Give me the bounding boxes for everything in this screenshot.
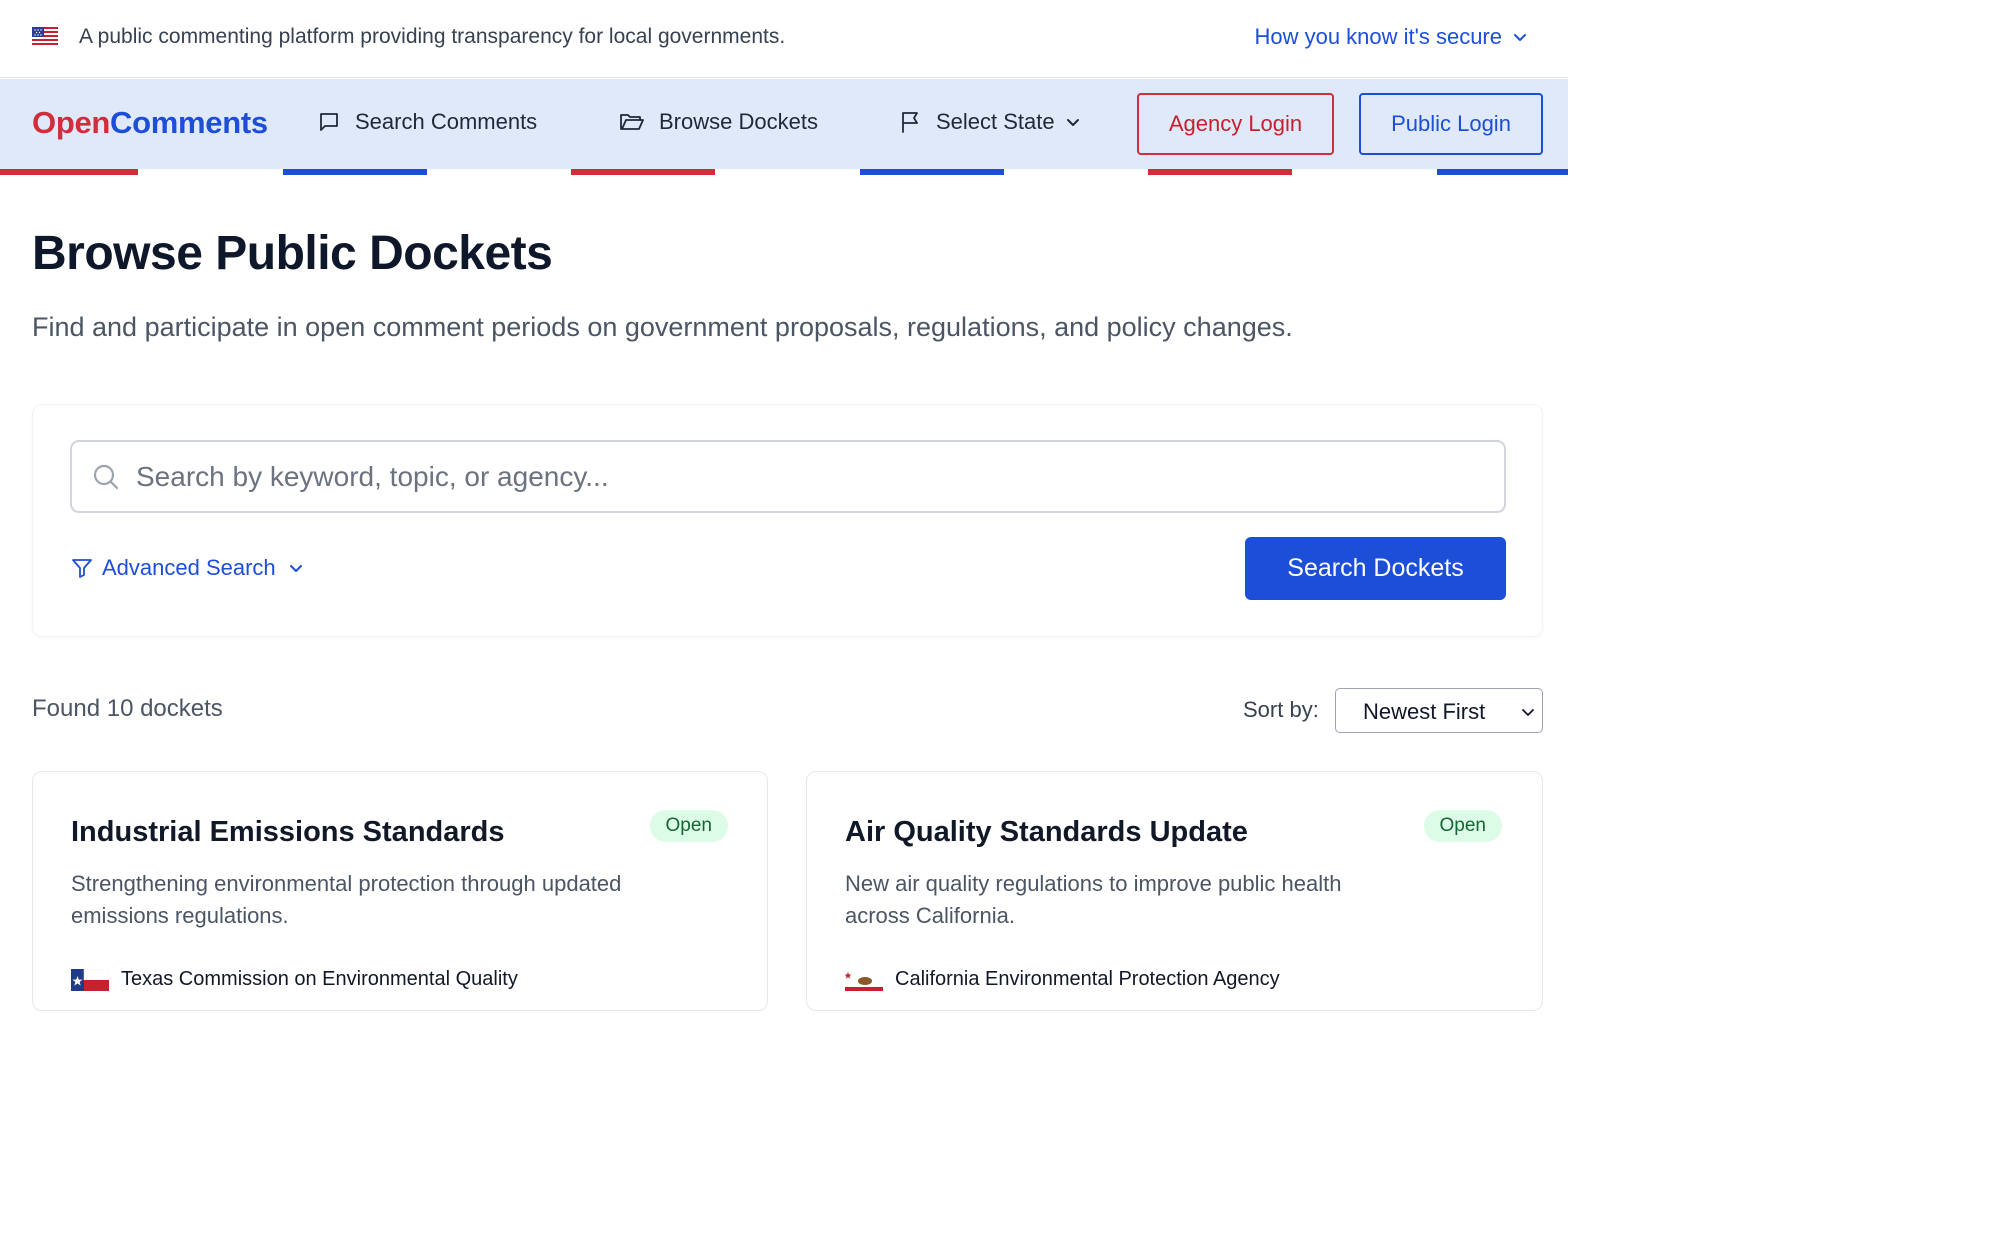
status-badge: Open [649, 810, 728, 842]
docket-agency: California Environmental Protection Agen… [845, 968, 1280, 991]
decorative-stripe [0, 169, 1568, 175]
public-login-button[interactable]: Public Login [1359, 93, 1543, 155]
docket-description: New air quality regulations to improve p… [845, 871, 1342, 928]
agency-name: Texas Commission on Environmental Qualit… [121, 968, 518, 990]
sort-selected-value: Newest First [1363, 699, 1486, 724]
flag-icon [902, 112, 918, 133]
agency-login-button[interactable]: Agency Login [1137, 93, 1334, 155]
california-flag-icon [845, 968, 883, 991]
agency-name: California Environmental Protection Agen… [895, 968, 1280, 990]
nav-search-comments-label: Search Comments [355, 109, 538, 134]
brand-logo[interactable]: OpenComments [32, 105, 268, 141]
chevron-down-icon [1522, 709, 1534, 716]
main-navigation: OpenComments Search Comments Browse Dock… [0, 79, 1568, 170]
secure-info-toggle[interactable]: How you know it's secure [1254, 24, 1528, 50]
nav-browse-dockets[interactable]: Browse Dockets [619, 109, 818, 135]
texas-flag-icon [71, 968, 109, 991]
results-count: Found 10 dockets [32, 695, 223, 722]
secure-info-label: How you know it's secure [1254, 24, 1502, 49]
nav-select-state[interactable]: Select State [900, 109, 1081, 135]
sort-label: Sort by: [1243, 697, 1319, 722]
official-banner: A public commenting platform providing t… [0, 0, 1568, 78]
search-dockets-button[interactable]: Search Dockets [1245, 537, 1506, 600]
sort-select[interactable]: Newest First [1335, 688, 1543, 733]
chevron-down-icon [1514, 34, 1526, 41]
page-title: Browse Public Dockets [32, 227, 553, 280]
advanced-search-label: Advanced Search [102, 555, 276, 580]
banner-tagline: A public commenting platform providing t… [79, 25, 786, 48]
search-input[interactable] [136, 452, 1476, 502]
docket-title[interactable]: Air Quality Standards Update [845, 816, 1248, 849]
page-subtitle: Find and participate in open comment per… [32, 312, 1293, 342]
brand-part-open: Open [32, 105, 111, 140]
search-icon [93, 464, 119, 490]
us-flag-icon [32, 27, 58, 47]
docket-agency: Texas Commission on Environmental Qualit… [71, 968, 518, 991]
folder-open-icon [620, 114, 644, 130]
message-square-icon [320, 113, 338, 131]
docket-card[interactable]: Industrial Emissions Standards Open Stre… [32, 771, 768, 1011]
search-field-wrapper [70, 440, 1506, 513]
filter-icon [72, 559, 92, 578]
advanced-search-toggle[interactable]: Advanced Search [70, 555, 304, 581]
docket-description: Strengthening environmental protection t… [71, 871, 622, 928]
docket-card[interactable]: Air Quality Standards Update Open New ai… [806, 771, 1543, 1011]
docket-title[interactable]: Industrial Emissions Standards [71, 816, 505, 849]
brand-part-comments: Comments [110, 105, 268, 140]
nav-select-state-label: Select State [936, 109, 1055, 134]
chevron-down-icon [289, 565, 302, 572]
status-badge: Open [1423, 810, 1502, 842]
nav-browse-dockets-label: Browse Dockets [659, 109, 818, 134]
chevron-down-icon [1066, 119, 1079, 126]
nav-search-comments[interactable]: Search Comments [317, 109, 537, 135]
search-panel: Advanced Search Search Dockets [32, 404, 1543, 637]
